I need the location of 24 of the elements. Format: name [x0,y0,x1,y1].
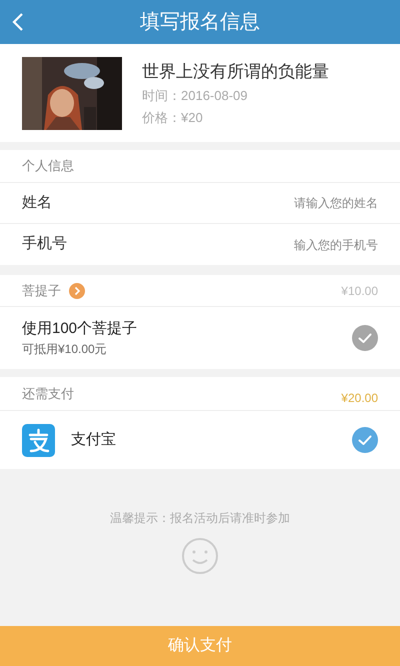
option-title: 使用100个菩提子 [22,318,138,339]
bodhi-amount: ¥10.00 [341,282,378,300]
event-title: 世界上没有所谓的负能量 [142,60,329,83]
section-heading: 菩提子 [22,282,61,300]
event-price: 价格：¥20 [142,108,204,127]
event-time: 时间：2016-08-09 [142,87,248,106]
section-heading: 个人信息 [22,157,74,176]
option-subtitle: 可抵用¥10.00元 [22,341,108,358]
field-label: 手机号 [22,234,68,254]
page-title: 填写报名信息 [140,10,260,35]
smiley-icon [181,537,219,575]
field-label: 姓名 [22,192,53,213]
input-field[interactable]: 输入您的手机号 [112,236,378,254]
payment-method-name: 支付宝 [71,430,117,450]
input-field[interactable]: 请输入您的姓名 [112,194,378,212]
payment-amount: ¥20.00 [341,390,378,406]
wallet-app-icon [22,424,55,456]
section-heading: 还需支付 [22,384,74,403]
check-icon[interactable] [352,427,378,453]
confirm-button[interactable]: 确认支付 [0,626,400,666]
check-icon[interactable] [352,325,378,351]
chevron-right-icon[interactable] [69,282,85,298]
back-icon[interactable] [12,12,24,32]
tip-text: 温馨提示：报名活动后请准时参加 [110,510,290,527]
